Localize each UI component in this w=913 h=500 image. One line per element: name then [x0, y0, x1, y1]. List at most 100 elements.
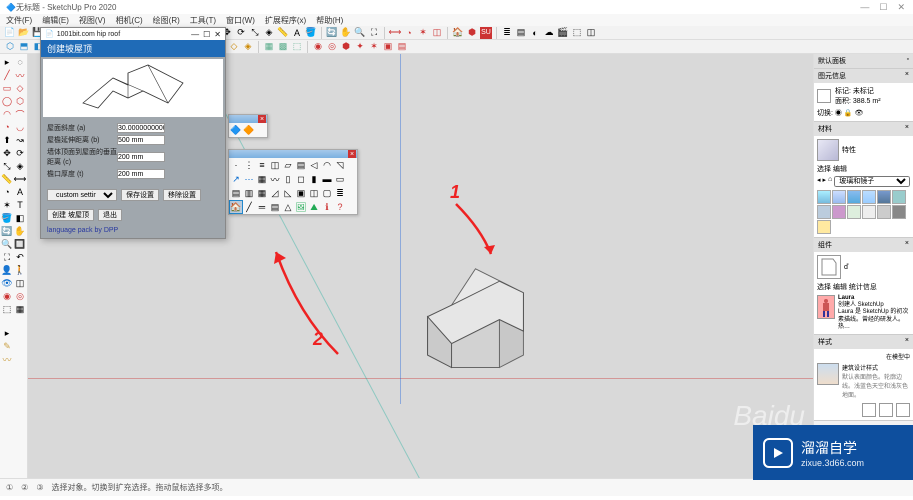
lasso-icon[interactable]: ◌: [14, 56, 26, 68]
bit-door-icon[interactable]: ◫: [308, 187, 320, 199]
look-icon[interactable]: 👁: [1, 277, 13, 289]
bit-hip-icon[interactable]: △: [282, 201, 294, 213]
status-icon-3[interactable]: ③: [36, 483, 43, 492]
bit-slope-icon[interactable]: ◁: [308, 159, 320, 171]
arc3-icon[interactable]: ◡: [14, 121, 26, 133]
circle-tool-icon[interactable]: ◯: [1, 95, 13, 107]
preset-select[interactable]: custom setting 1: [47, 189, 117, 201]
solid-split-icon[interactable]: ◈: [242, 41, 254, 53]
zoomwin-icon[interactable]: 🔲: [14, 238, 26, 250]
bit-wall-icon[interactable]: ▯: [282, 173, 294, 185]
mat-category-select[interactable]: 玻璃和镜子: [834, 176, 910, 187]
bit-window-icon[interactable]: ▣: [295, 187, 307, 199]
model-lshape[interactable]: [418, 264, 533, 379]
section-tool-icon[interactable]: ◫: [14, 277, 26, 289]
bit-grid-icon[interactable]: ▦: [256, 173, 268, 185]
scenes-icon[interactable]: 🎬: [557, 27, 569, 39]
bit-move-icon[interactable]: ↗: [230, 173, 242, 185]
sandbox-3-icon[interactable]: ⬚: [291, 41, 303, 53]
dimension-icon[interactable]: ⟷: [389, 27, 401, 39]
slope-input[interactable]: [117, 123, 165, 133]
bit-help-icon[interactable]: ?: [334, 201, 346, 213]
zoom-extents-icon[interactable]: ⛶: [368, 27, 380, 39]
remove-settings-button[interactable]: 移除设置: [163, 189, 201, 201]
fascia-input[interactable]: [117, 169, 165, 179]
maximize-button[interactable]: ☐: [879, 2, 887, 13]
3dtext-icon[interactable]: T: [14, 199, 26, 211]
bit-divide-icon[interactable]: ⋮: [243, 159, 255, 171]
protractor-tool-icon[interactable]: ◔: [1, 186, 13, 198]
pan-tool-icon[interactable]: ✋: [14, 225, 26, 237]
vray2-icon[interactable]: 🔶: [243, 124, 255, 136]
menu-file[interactable]: 文件(F): [6, 15, 32, 26]
open-icon[interactable]: 📂: [18, 27, 30, 39]
bit-louvre-icon[interactable]: ≣: [334, 187, 346, 199]
select-tool-icon[interactable]: ▸: [1, 56, 13, 68]
bit-terrain-icon[interactable]: ⛰: [308, 201, 320, 213]
freehand-icon[interactable]: 〰: [14, 69, 26, 81]
iso-icon[interactable]: ⬡: [4, 41, 16, 53]
bit-ramp-icon[interactable]: ◺: [282, 187, 294, 199]
solid-trim-icon[interactable]: ◇: [228, 41, 240, 53]
fog-icon[interactable]: ☁: [543, 27, 555, 39]
bit-path-icon[interactable]: 〰: [269, 173, 281, 185]
tape-icon[interactable]: 📏: [277, 27, 289, 39]
mat-home-icon[interactable]: ⌂: [828, 176, 832, 187]
bit-face-icon[interactable]: ◫: [269, 159, 281, 171]
follow-icon[interactable]: ↝: [14, 134, 26, 146]
rotate-tool-icon[interactable]: ⟳: [14, 147, 26, 159]
bit-info-icon[interactable]: ℹ: [321, 201, 333, 213]
bit-escalator-icon[interactable]: ◿: [269, 187, 281, 199]
menu-camera[interactable]: 相机(C): [116, 15, 143, 26]
extra1-icon[interactable]: ◉: [1, 290, 13, 302]
dim-tool-icon[interactable]: ⟷: [14, 173, 26, 185]
rotrect-icon[interactable]: ◇: [14, 82, 26, 94]
axes-tool-icon[interactable]: ✶: [1, 199, 13, 211]
arc-tool-icon[interactable]: ◠: [1, 108, 13, 120]
ext-red-6-icon[interactable]: ▣: [382, 41, 394, 53]
bit-stair-icon[interactable]: ▤: [230, 187, 242, 199]
plugin-dialog[interactable]: 📄 1001bit.com hip roof — ☐ ✕ 创建坡屋顶 屋面斜度 …: [40, 27, 226, 239]
bit-array-icon[interactable]: ⋯: [243, 173, 255, 185]
float-toolbar-1001bit[interactable]: × · ⋮ ≡ ◫ ▱ ▤ ◁ ◠ ◹ ↗ ⋯ ▦ 〰 ▯ ◻ ▮ ▬: [228, 149, 358, 215]
paint-icon[interactable]: 🪣: [305, 27, 317, 39]
sketch-icon[interactable]: 〰: [1, 353, 13, 365]
outliner-icon[interactable]: ≣: [501, 27, 513, 39]
bit-frame-icon[interactable]: ▢: [321, 187, 333, 199]
ext-red-1-icon[interactable]: ◉: [312, 41, 324, 53]
orbit-icon[interactable]: 🔄: [326, 27, 338, 39]
pie-icon[interactable]: ◔: [1, 121, 13, 133]
text-icon[interactable]: A: [291, 27, 303, 39]
extension-icon[interactable]: ⬢: [466, 27, 478, 39]
close-button[interactable]: ✕: [897, 2, 905, 13]
panel-components-header[interactable]: 组件×: [814, 238, 913, 252]
status-icon-2[interactable]: ②: [21, 483, 28, 492]
sandbox-2-icon[interactable]: ▩: [277, 41, 289, 53]
panel-entity-info-header[interactable]: 图元信息×: [814, 69, 913, 83]
bit-stair2-icon[interactable]: ▥: [243, 187, 255, 199]
bit-joist-icon[interactable]: ▤: [269, 201, 281, 213]
bit-extrude-icon[interactable]: ▤: [295, 159, 307, 171]
menu-view[interactable]: 视图(V): [79, 15, 106, 26]
offset-icon[interactable]: ◈: [263, 27, 275, 39]
bit-fillet-icon[interactable]: ◠: [321, 159, 333, 171]
bit-stair3-icon[interactable]: ▦: [256, 187, 268, 199]
bit-plane-icon[interactable]: ▱: [282, 159, 294, 171]
axes-icon[interactable]: ✶: [417, 27, 429, 39]
exit-button[interactable]: 退出: [98, 209, 122, 221]
bit-chamfer-icon[interactable]: ◹: [334, 159, 346, 171]
menu-extensions[interactable]: 扩展程序(x): [265, 15, 306, 26]
line-tool-icon[interactable]: ╱: [1, 69, 13, 81]
ext-red-7-icon[interactable]: ▤: [396, 41, 408, 53]
eraser-tool-icon[interactable]: ◧: [14, 212, 26, 224]
bit-picture-icon[interactable]: 🖼: [295, 201, 307, 213]
ext-red-4-icon[interactable]: ✦: [354, 41, 366, 53]
toggle-vis-icon[interactable]: ◉: [835, 110, 842, 117]
ext-red-5-icon[interactable]: ✶: [368, 41, 380, 53]
bit-purlin-icon[interactable]: ═: [256, 201, 268, 213]
plugin-min-icon[interactable]: —: [191, 30, 199, 39]
pushpull-tool-icon[interactable]: ⬆: [1, 134, 13, 146]
panel-styles-header[interactable]: 样式×: [814, 335, 913, 349]
extra4-icon[interactable]: ▦: [14, 303, 26, 315]
float-close-icon[interactable]: ×: [258, 115, 266, 123]
